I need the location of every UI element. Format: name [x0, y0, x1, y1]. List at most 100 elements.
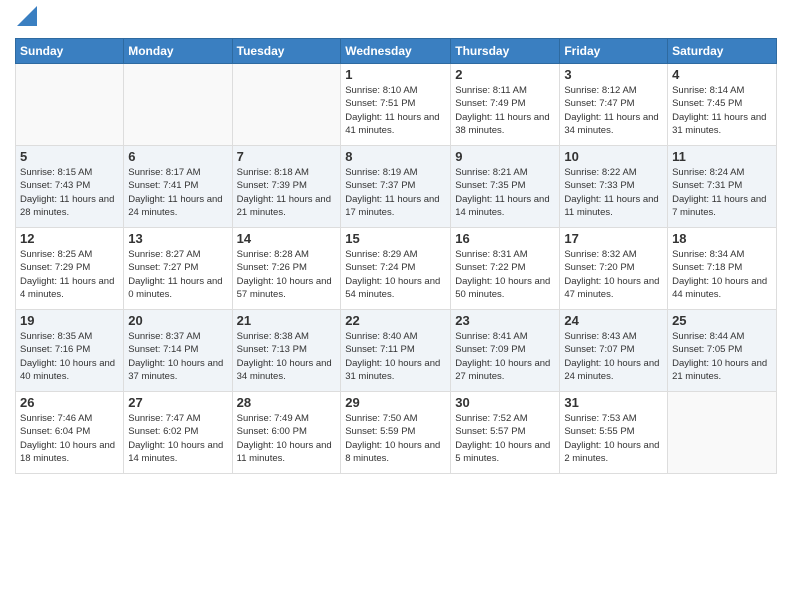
day-number: 18 [672, 231, 772, 246]
calendar-cell: 14 Sunrise: 8:28 AM Sunset: 7:26 PM Dayli… [232, 228, 341, 310]
calendar-cell: 24 Sunrise: 8:43 AM Sunset: 7:07 PM Dayli… [560, 310, 668, 392]
day-info: Sunrise: 7:52 AM Sunset: 5:57 PM Dayligh… [455, 412, 555, 465]
calendar-week-row: 26 Sunrise: 7:46 AM Sunset: 6:04 PM Dayli… [16, 392, 777, 474]
calendar-cell [232, 64, 341, 146]
calendar-day-header: Thursday [451, 39, 560, 64]
day-number: 29 [345, 395, 446, 410]
logo [15, 10, 37, 30]
calendar-cell [668, 392, 777, 474]
header [15, 10, 777, 30]
day-info: Sunrise: 8:34 AM Sunset: 7:18 PM Dayligh… [672, 248, 772, 301]
day-info: Sunrise: 8:18 AM Sunset: 7:39 PM Dayligh… [237, 166, 337, 219]
day-info: Sunrise: 7:46 AM Sunset: 6:04 PM Dayligh… [20, 412, 119, 465]
day-info: Sunrise: 8:32 AM Sunset: 7:20 PM Dayligh… [564, 248, 663, 301]
day-number: 1 [345, 67, 446, 82]
calendar-cell: 7 Sunrise: 8:18 AM Sunset: 7:39 PM Daylig… [232, 146, 341, 228]
calendar-cell: 12 Sunrise: 8:25 AM Sunset: 7:29 PM Dayli… [16, 228, 124, 310]
calendar-cell: 22 Sunrise: 8:40 AM Sunset: 7:11 PM Dayli… [341, 310, 451, 392]
day-info: Sunrise: 8:14 AM Sunset: 7:45 PM Dayligh… [672, 84, 772, 137]
calendar-day-header: Monday [124, 39, 232, 64]
day-number: 23 [455, 313, 555, 328]
day-number: 9 [455, 149, 555, 164]
calendar-day-header: Tuesday [232, 39, 341, 64]
day-number: 5 [20, 149, 119, 164]
calendar-cell: 1 Sunrise: 8:10 AM Sunset: 7:51 PM Daylig… [341, 64, 451, 146]
day-number: 15 [345, 231, 446, 246]
day-number: 7 [237, 149, 337, 164]
day-number: 6 [128, 149, 227, 164]
calendar-table: SundayMondayTuesdayWednesdayThursdayFrid… [15, 38, 777, 474]
calendar-cell [16, 64, 124, 146]
calendar-cell: 23Sunrise: 8:41 AM Sunset: 7:09 PM Dayli… [451, 310, 560, 392]
day-info: Sunrise: 8:17 AM Sunset: 7:41 PM Dayligh… [128, 166, 227, 219]
calendar-header-row: SundayMondayTuesdayWednesdayThursdayFrid… [16, 39, 777, 64]
calendar-cell: 9 Sunrise: 8:21 AM Sunset: 7:35 PM Daylig… [451, 146, 560, 228]
day-number: 16 [455, 231, 555, 246]
day-number: 21 [237, 313, 337, 328]
calendar-day-header: Friday [560, 39, 668, 64]
page: SundayMondayTuesdayWednesdayThursdayFrid… [0, 0, 792, 612]
day-info: Sunrise: 8:21 AM Sunset: 7:35 PM Dayligh… [455, 166, 555, 219]
calendar-cell: 13Sunrise: 8:27 AM Sunset: 7:27 PM Dayli… [124, 228, 232, 310]
calendar-cell [124, 64, 232, 146]
day-number: 26 [20, 395, 119, 410]
day-info: Sunrise: 8:22 AM Sunset: 7:33 PM Dayligh… [564, 166, 663, 219]
day-number: 25 [672, 313, 772, 328]
day-info: Sunrise: 8:10 AM Sunset: 7:51 PM Dayligh… [345, 84, 446, 137]
day-info: Sunrise: 8:28 AM Sunset: 7:26 PM Dayligh… [237, 248, 337, 301]
calendar-cell: 5 Sunrise: 8:15 AM Sunset: 7:43 PM Daylig… [16, 146, 124, 228]
calendar-cell: 18 Sunrise: 8:34 AM Sunset: 7:18 PM Dayli… [668, 228, 777, 310]
day-number: 12 [20, 231, 119, 246]
day-info: Sunrise: 7:50 AM Sunset: 5:59 PM Dayligh… [345, 412, 446, 465]
calendar-cell: 11Sunrise: 8:24 AM Sunset: 7:31 PM Dayli… [668, 146, 777, 228]
day-info: Sunrise: 8:44 AM Sunset: 7:05 PM Dayligh… [672, 330, 772, 383]
day-number: 24 [564, 313, 663, 328]
day-info: Sunrise: 8:43 AM Sunset: 7:07 PM Dayligh… [564, 330, 663, 383]
day-number: 30 [455, 395, 555, 410]
calendar-cell: 17 Sunrise: 8:32 AM Sunset: 7:20 PM Dayli… [560, 228, 668, 310]
calendar-cell: 20Sunrise: 8:37 AM Sunset: 7:14 PM Dayli… [124, 310, 232, 392]
day-info: Sunrise: 8:31 AM Sunset: 7:22 PM Dayligh… [455, 248, 555, 301]
day-info: Sunrise: 7:47 AM Sunset: 6:02 PM Dayligh… [128, 412, 227, 465]
day-number: 14 [237, 231, 337, 246]
day-info: Sunrise: 8:12 AM Sunset: 7:47 PM Dayligh… [564, 84, 663, 137]
day-number: 8 [345, 149, 446, 164]
day-info: Sunrise: 7:49 AM Sunset: 6:00 PM Dayligh… [237, 412, 337, 465]
calendar-cell: 29 Sunrise: 7:50 AM Sunset: 5:59 PM Dayli… [341, 392, 451, 474]
day-info: Sunrise: 8:25 AM Sunset: 7:29 PM Dayligh… [20, 248, 119, 301]
day-info: Sunrise: 8:19 AM Sunset: 7:37 PM Dayligh… [345, 166, 446, 219]
calendar-day-header: Sunday [16, 39, 124, 64]
day-info: Sunrise: 8:37 AM Sunset: 7:14 PM Dayligh… [128, 330, 227, 383]
calendar-cell: 16 Sunrise: 8:31 AM Sunset: 7:22 PM Dayli… [451, 228, 560, 310]
day-info: Sunrise: 8:15 AM Sunset: 7:43 PM Dayligh… [20, 166, 119, 219]
day-number: 2 [455, 67, 555, 82]
day-info: Sunrise: 8:35 AM Sunset: 7:16 PM Dayligh… [20, 330, 119, 383]
day-number: 19 [20, 313, 119, 328]
calendar-day-header: Wednesday [341, 39, 451, 64]
day-number: 28 [237, 395, 337, 410]
calendar-cell: 15Sunrise: 8:29 AM Sunset: 7:24 PM Dayli… [341, 228, 451, 310]
calendar-cell: 4Sunrise: 8:14 AM Sunset: 7:45 PM Daylig… [668, 64, 777, 146]
calendar-cell: 28 Sunrise: 7:49 AM Sunset: 6:00 PM Dayli… [232, 392, 341, 474]
day-info: Sunrise: 8:11 AM Sunset: 7:49 PM Dayligh… [455, 84, 555, 137]
day-info: Sunrise: 8:38 AM Sunset: 7:13 PM Dayligh… [237, 330, 337, 383]
day-number: 22 [345, 313, 446, 328]
calendar-day-header: Saturday [668, 39, 777, 64]
calendar-cell: 27 Sunrise: 7:47 AM Sunset: 6:02 PM Dayli… [124, 392, 232, 474]
day-number: 27 [128, 395, 227, 410]
calendar-cell: 21 Sunrise: 8:38 AM Sunset: 7:13 PM Dayli… [232, 310, 341, 392]
calendar-week-row: 12 Sunrise: 8:25 AM Sunset: 7:29 PM Dayli… [16, 228, 777, 310]
day-number: 17 [564, 231, 663, 246]
day-number: 10 [564, 149, 663, 164]
calendar-week-row: 19 Sunrise: 8:35 AM Sunset: 7:16 PM Dayli… [16, 310, 777, 392]
calendar-cell: 25 Sunrise: 8:44 AM Sunset: 7:05 PM Dayli… [668, 310, 777, 392]
calendar-cell: 2 Sunrise: 8:11 AM Sunset: 7:49 PM Daylig… [451, 64, 560, 146]
calendar-cell: 26 Sunrise: 7:46 AM Sunset: 6:04 PM Dayli… [16, 392, 124, 474]
day-number: 3 [564, 67, 663, 82]
day-number: 31 [564, 395, 663, 410]
day-info: Sunrise: 8:24 AM Sunset: 7:31 PM Dayligh… [672, 166, 772, 219]
calendar-cell: 31Sunrise: 7:53 AM Sunset: 5:55 PM Dayli… [560, 392, 668, 474]
day-info: Sunrise: 8:40 AM Sunset: 7:11 PM Dayligh… [345, 330, 446, 383]
calendar-week-row: 1 Sunrise: 8:10 AM Sunset: 7:51 PM Daylig… [16, 64, 777, 146]
calendar-cell: 10 Sunrise: 8:22 AM Sunset: 7:33 PM Dayli… [560, 146, 668, 228]
